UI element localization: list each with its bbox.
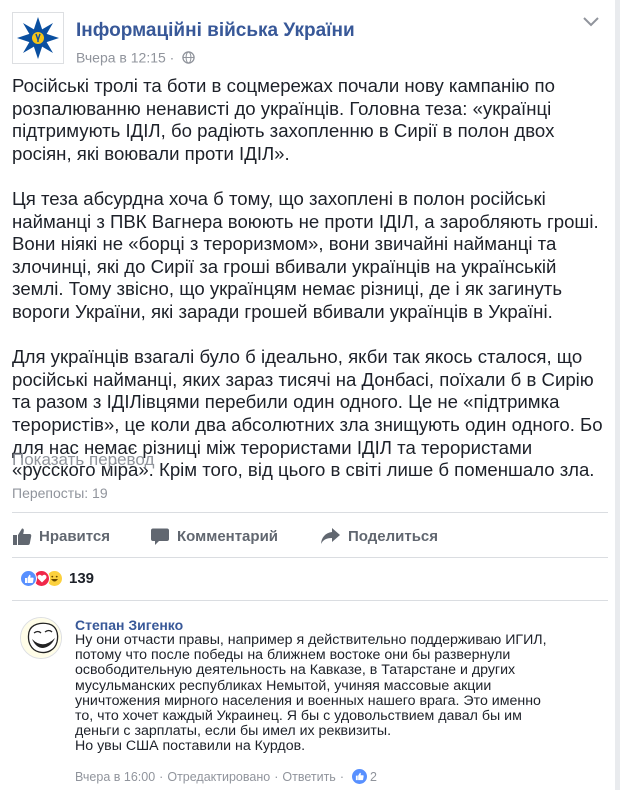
chevron-down-icon[interactable] <box>582 16 600 28</box>
comment-text: Ну они отчасти правы, например я действи… <box>75 632 605 755</box>
thumbs-up-icon <box>13 528 32 545</box>
divider <box>12 512 608 513</box>
meta-separator: · <box>339 769 344 784</box>
share-button[interactable]: Поделиться <box>320 527 438 545</box>
comment-reply-link[interactable]: Ответить <box>282 770 335 784</box>
globe-icon[interactable] <box>182 51 195 64</box>
comment-edited[interactable]: Отредактировано <box>167 770 270 784</box>
comment-line: то, что хочет каждый Украинец. Я бы с уд… <box>75 708 522 725</box>
comment-line: мусульманских республиках Немытой, учиня… <box>75 677 492 694</box>
card-edge <box>615 0 620 790</box>
reactions-summary[interactable]: 139 <box>20 570 94 587</box>
comment-time[interactable]: Вчера в 16:00 <box>75 770 155 784</box>
like-button[interactable]: Нравится <box>12 527 110 546</box>
post-paragraph: Ця теза абсурдна хоча б тому, що захопле… <box>12 187 599 322</box>
like-label: Нравится <box>39 528 111 545</box>
post-header: Інформаційні війська України Вчера в 12:… <box>12 12 602 65</box>
comment-like-icon[interactable] <box>351 769 367 784</box>
comment-line: уничтожения мирного населения и военных … <box>75 692 541 709</box>
comment-line: освободительную деятельность на Кавказе,… <box>75 662 516 679</box>
meta-separator: · <box>274 769 279 784</box>
comment-meta: Вчера в 16:00 · Отредактировано · Ответи… <box>75 769 377 784</box>
emblem-icon <box>17 17 59 59</box>
comment-line: Ну они отчасти правы, например я действи… <box>75 632 547 648</box>
post-paragraph: Російські тролі та боти в соцмережах поч… <box>12 75 555 164</box>
post-meta: Вчера в 12:15 · <box>76 48 195 65</box>
share-arrow-icon <box>321 528 340 544</box>
share-label: Поделиться <box>348 527 439 545</box>
comment-line: Но увы США поставили на Курдов. <box>75 738 306 755</box>
divider <box>12 557 608 558</box>
like-icon <box>20 570 37 587</box>
page-avatar[interactable] <box>12 12 64 64</box>
post-body: Російські тролі та боти в соцмережах поч… <box>12 75 608 482</box>
post-timestamp[interactable]: Вчера в 12:15 <box>76 49 166 65</box>
comment-line: потому что после победы на ближнем восто… <box>75 647 511 664</box>
reactions-count: 139 <box>69 570 95 587</box>
comment-label: Комментарий <box>177 528 279 545</box>
page-name-link[interactable]: Інформаційні війська України <box>76 20 355 42</box>
post-card: Інформаційні війська України Вчера в 12:… <box>0 0 620 790</box>
trollface-avatar-icon <box>21 618 61 658</box>
comment-author-link[interactable]: Степан Зигенко <box>75 617 183 633</box>
divider <box>12 600 608 601</box>
comment-avatar[interactable] <box>20 617 62 659</box>
comment-icon <box>151 528 169 545</box>
comment-button[interactable]: Комментарий <box>150 527 278 546</box>
reposts-count[interactable]: Перепосты: 19 <box>12 485 108 501</box>
comment-like-count[interactable]: 2 <box>370 770 377 784</box>
meta-separator: · <box>169 49 175 66</box>
translate-link[interactable]: Показать перевод <box>12 450 154 470</box>
meta-separator: · <box>159 769 164 784</box>
comment-line: деньги с зарплаты, если бы имел их рекви… <box>75 723 392 740</box>
